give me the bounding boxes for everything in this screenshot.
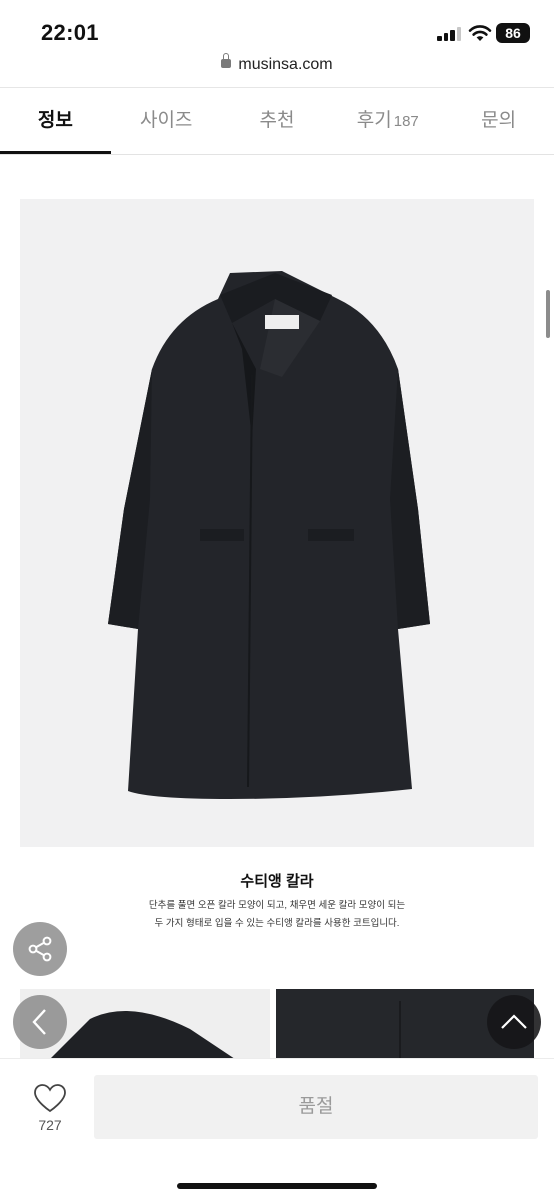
cellular-signal-icon — [437, 27, 463, 41]
feature-description-line1: 단추를 풀면 오픈 칼라 모양이 되고, 채우면 세운 칼라 모양이 되는 — [148, 900, 406, 911]
chevron-up-icon — [501, 1014, 527, 1029]
tab-inquiry-label: 문의 — [481, 110, 517, 131]
like-button[interactable]: 727 — [20, 1081, 80, 1141]
battery-indicator: 86 — [496, 23, 530, 43]
address-bar[interactable]: musinsa.com — [0, 53, 554, 86]
address-domain: musinsa.com — [238, 56, 333, 73]
lock-icon — [221, 53, 232, 68]
tab-size-label: 사이즈 — [139, 110, 193, 131]
tab-info[interactable]: 정보 — [0, 88, 111, 154]
feature-description-line2: 두 가지 형태로 입을 수 있는 수티앵 칼라를 사용한 코트입니다. — [154, 918, 400, 929]
like-count: 727 — [38, 1117, 62, 1133]
product-detail-content: 수티앵 칼라 단추를 풀면 오픈 칼라 모양이 되고, 채우면 세운 칼라 모양… — [0, 155, 554, 1060]
tab-recommend[interactable]: 추천 — [222, 88, 333, 154]
share-icon — [28, 936, 52, 962]
heart-icon — [34, 1084, 66, 1113]
scroll-to-top-button[interactable] — [487, 995, 541, 1049]
status-time: 22:01 — [41, 20, 99, 45]
scrollbar[interactable] — [546, 290, 550, 338]
tab-inquiry[interactable]: 문의 — [443, 88, 554, 154]
previous-image-button[interactable] — [13, 995, 67, 1049]
product-image — [20, 199, 534, 847]
coat-illustration — [108, 271, 430, 799]
tab-info-label: 정보 — [37, 110, 73, 131]
product-tabs: 정보 사이즈 추천 후기 187 문의 — [0, 88, 554, 155]
feature-title: 수티앵 칼라 — [240, 873, 314, 890]
tab-reviews-label: 후기 — [356, 110, 392, 131]
soldout-button[interactable]: 품절 — [94, 1075, 538, 1139]
status-bar: 22:01 86 — [0, 0, 554, 56]
tab-reviews-count: 187 — [393, 113, 419, 130]
purchase-bar: 727 품절 — [0, 1058, 554, 1201]
tab-reviews[interactable]: 후기 187 — [332, 88, 443, 154]
share-button[interactable] — [13, 922, 67, 976]
wifi-icon — [468, 25, 492, 41]
tab-recommend-label: 추천 — [259, 110, 295, 131]
chevron-left-icon — [32, 1009, 46, 1035]
home-indicator — [177, 1183, 377, 1189]
tab-size[interactable]: 사이즈 — [111, 88, 222, 154]
